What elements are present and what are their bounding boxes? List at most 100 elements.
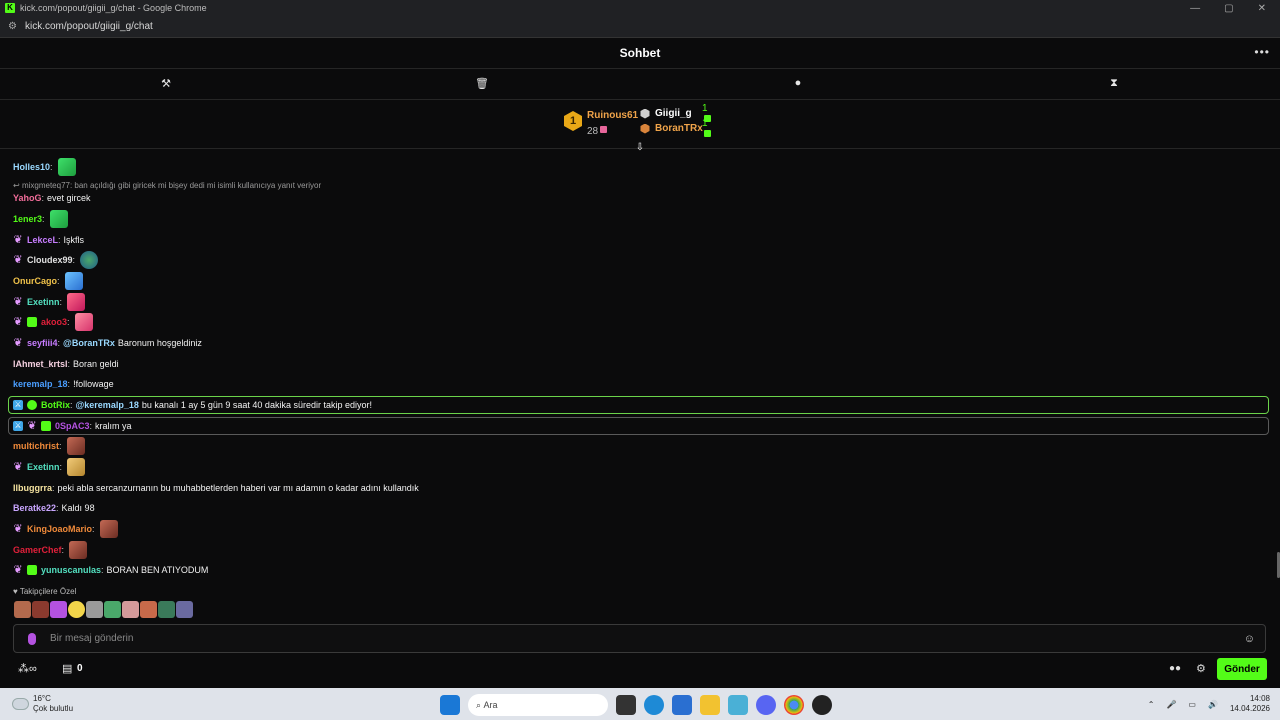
leaderboard-first[interactable]: 1 Ruinous61 28 bbox=[563, 110, 638, 139]
site-settings-icon[interactable]: ⚙ bbox=[8, 21, 17, 32]
store-icon[interactable]: ▤ bbox=[62, 662, 72, 675]
minimize-icon[interactable]: — bbox=[1190, 3, 1200, 14]
emote[interactable] bbox=[176, 601, 193, 618]
temperature: 16°C bbox=[33, 694, 51, 703]
emote[interactable] bbox=[69, 541, 88, 559]
mic-icon[interactable]: 🎤 bbox=[1166, 700, 1176, 709]
emote[interactable] bbox=[86, 601, 103, 618]
chat-messages: Holles10: YahoG: evet gircek 1ener3: ❦ L… bbox=[0, 150, 1280, 620]
username[interactable]: KingJoaoMario bbox=[27, 524, 92, 534]
username[interactable]: OnurCago bbox=[13, 276, 57, 286]
task-view-icon[interactable] bbox=[616, 695, 636, 715]
emote[interactable] bbox=[64, 272, 83, 290]
emote[interactable] bbox=[66, 437, 85, 455]
store-app-icon[interactable] bbox=[672, 695, 692, 715]
taskbar-search[interactable]: ⌕ Ara bbox=[468, 694, 608, 716]
leaderboard-row[interactable]: BoranTRx 1 bbox=[640, 118, 711, 138]
chevron-up-icon[interactable]: ⌃ bbox=[1148, 700, 1155, 709]
message-text: Kaldı 98 bbox=[61, 503, 95, 513]
username[interactable]: BotRix bbox=[41, 400, 70, 410]
username[interactable]: 1ener3 bbox=[13, 214, 42, 224]
emote[interactable] bbox=[32, 601, 49, 618]
username[interactable]: lAhmet_krtsl bbox=[13, 359, 68, 369]
username[interactable]: Holles10 bbox=[13, 162, 50, 172]
windows-start-icon[interactable] bbox=[440, 695, 460, 715]
chat-message: ❦ KingJoaoMario: bbox=[13, 519, 118, 539]
chat-message: GamerChef: bbox=[13, 540, 88, 560]
edge-browser-icon[interactable] bbox=[644, 695, 664, 715]
username[interactable]: multichrist bbox=[13, 441, 59, 451]
username[interactable]: Ilbuggrra bbox=[13, 483, 52, 493]
window-controls: — ▢ ✕ bbox=[1190, 3, 1266, 14]
hourglass-icon[interactable]: ⧗ bbox=[1107, 77, 1121, 91]
chat-message: 1ener3: bbox=[13, 209, 68, 229]
emoji-icon[interactable]: ☺ bbox=[1244, 633, 1255, 645]
maximize-icon[interactable]: ▢ bbox=[1224, 3, 1233, 14]
emote[interactable] bbox=[122, 601, 139, 618]
username[interactable]: Exetinn bbox=[27, 297, 60, 307]
settings-app-icon[interactable] bbox=[728, 695, 748, 715]
message-input[interactable] bbox=[50, 633, 1244, 644]
emote[interactable] bbox=[74, 313, 93, 331]
more-options-icon[interactable]: ••• bbox=[1254, 45, 1270, 59]
trash-icon[interactable]: 🗑 bbox=[475, 77, 489, 91]
message-text: kralım ya bbox=[95, 421, 132, 431]
username[interactable]: Cloudex99 bbox=[27, 255, 73, 265]
file-explorer-icon[interactable] bbox=[700, 695, 720, 715]
close-icon[interactable]: ✕ bbox=[1258, 3, 1266, 14]
discord-icon[interactable] bbox=[756, 695, 776, 715]
chat-message: OnurCago: bbox=[13, 271, 83, 291]
emote[interactable] bbox=[49, 210, 68, 228]
leaderboard-row[interactable]: Giigii_g 1 bbox=[640, 103, 711, 123]
emote[interactable] bbox=[67, 293, 86, 311]
chrome-icon[interactable] bbox=[784, 695, 804, 715]
send-button[interactable]: Gönder bbox=[1217, 658, 1267, 680]
emote[interactable] bbox=[14, 601, 31, 618]
network-icon[interactable]: ▭ bbox=[1188, 700, 1196, 709]
kick-points-icon[interactable]: ⁂∞ bbox=[18, 662, 37, 675]
username[interactable]: YahoG bbox=[13, 193, 42, 203]
emote[interactable] bbox=[99, 520, 118, 538]
butterfly-badge-icon: ❦ bbox=[13, 564, 23, 576]
url-text[interactable]: kick.com/popout/giigii_g/chat bbox=[25, 21, 153, 32]
clock[interactable]: 14:08 14.04.2026 bbox=[1230, 694, 1270, 714]
chat-title: Sohbet bbox=[619, 46, 661, 60]
username[interactable]: Beratke22 bbox=[13, 503, 56, 513]
app-icon[interactable] bbox=[812, 695, 832, 715]
emote[interactable] bbox=[104, 601, 121, 618]
settings-gear-icon[interactable]: ⚙ bbox=[1196, 662, 1206, 675]
username[interactable]: yunuscanulas bbox=[41, 565, 101, 575]
bronze-medal-icon bbox=[640, 123, 650, 134]
mod-toolbar: ⚒ 🗑 ● ⧗ bbox=[0, 69, 1280, 100]
emote[interactable] bbox=[68, 601, 85, 618]
emote[interactable] bbox=[140, 601, 157, 618]
username[interactable]: seyfiii4 bbox=[27, 338, 58, 348]
username[interactable]: keremalp_18 bbox=[13, 379, 68, 389]
chat-message: ⚔ ❦ 0SpAC3: kralım ya bbox=[13, 420, 132, 432]
message-text: BORAN BEN ATIYODUM bbox=[106, 565, 209, 575]
username[interactable]: GamerChef bbox=[13, 545, 62, 555]
emote[interactable] bbox=[50, 601, 67, 618]
chat-message: ❦ Exetinn: bbox=[13, 457, 86, 477]
emote[interactable] bbox=[57, 158, 76, 176]
chat-message: ❦ seyfiii4: @BoranTRx Baronum hoşgeldini… bbox=[13, 337, 202, 349]
weather-widget[interactable]: 16°C Çok bulutlu bbox=[12, 694, 73, 714]
username[interactable]: Exetinn bbox=[27, 462, 60, 472]
emote[interactable] bbox=[67, 458, 86, 476]
username[interactable]: akoo3 bbox=[41, 317, 67, 327]
chat-bubble-icon[interactable]: ●● bbox=[1169, 663, 1181, 674]
mention[interactable]: @BoranTRx bbox=[63, 338, 115, 348]
hammer-icon[interactable]: ⚒ bbox=[159, 77, 173, 91]
chat-message: multichrist: bbox=[13, 436, 85, 456]
mic-icon[interactable] bbox=[28, 632, 36, 645]
username[interactable]: 0SpAC3 bbox=[55, 421, 90, 431]
weather-condition: Çok bulutlu bbox=[33, 704, 74, 713]
address-bar[interactable]: ⚙ kick.com/popout/giigii_g/chat bbox=[0, 16, 1280, 38]
volume-icon[interactable]: 🔊 bbox=[1208, 700, 1218, 709]
username[interactable]: LekceL bbox=[27, 235, 58, 245]
emote[interactable] bbox=[158, 601, 175, 618]
chat-bubble-icon[interactable]: ● bbox=[791, 77, 805, 91]
leaderboard-row-count: 1 bbox=[702, 117, 708, 129]
emote[interactable] bbox=[80, 251, 99, 269]
mention[interactable]: @keremalp_18 bbox=[76, 400, 139, 410]
